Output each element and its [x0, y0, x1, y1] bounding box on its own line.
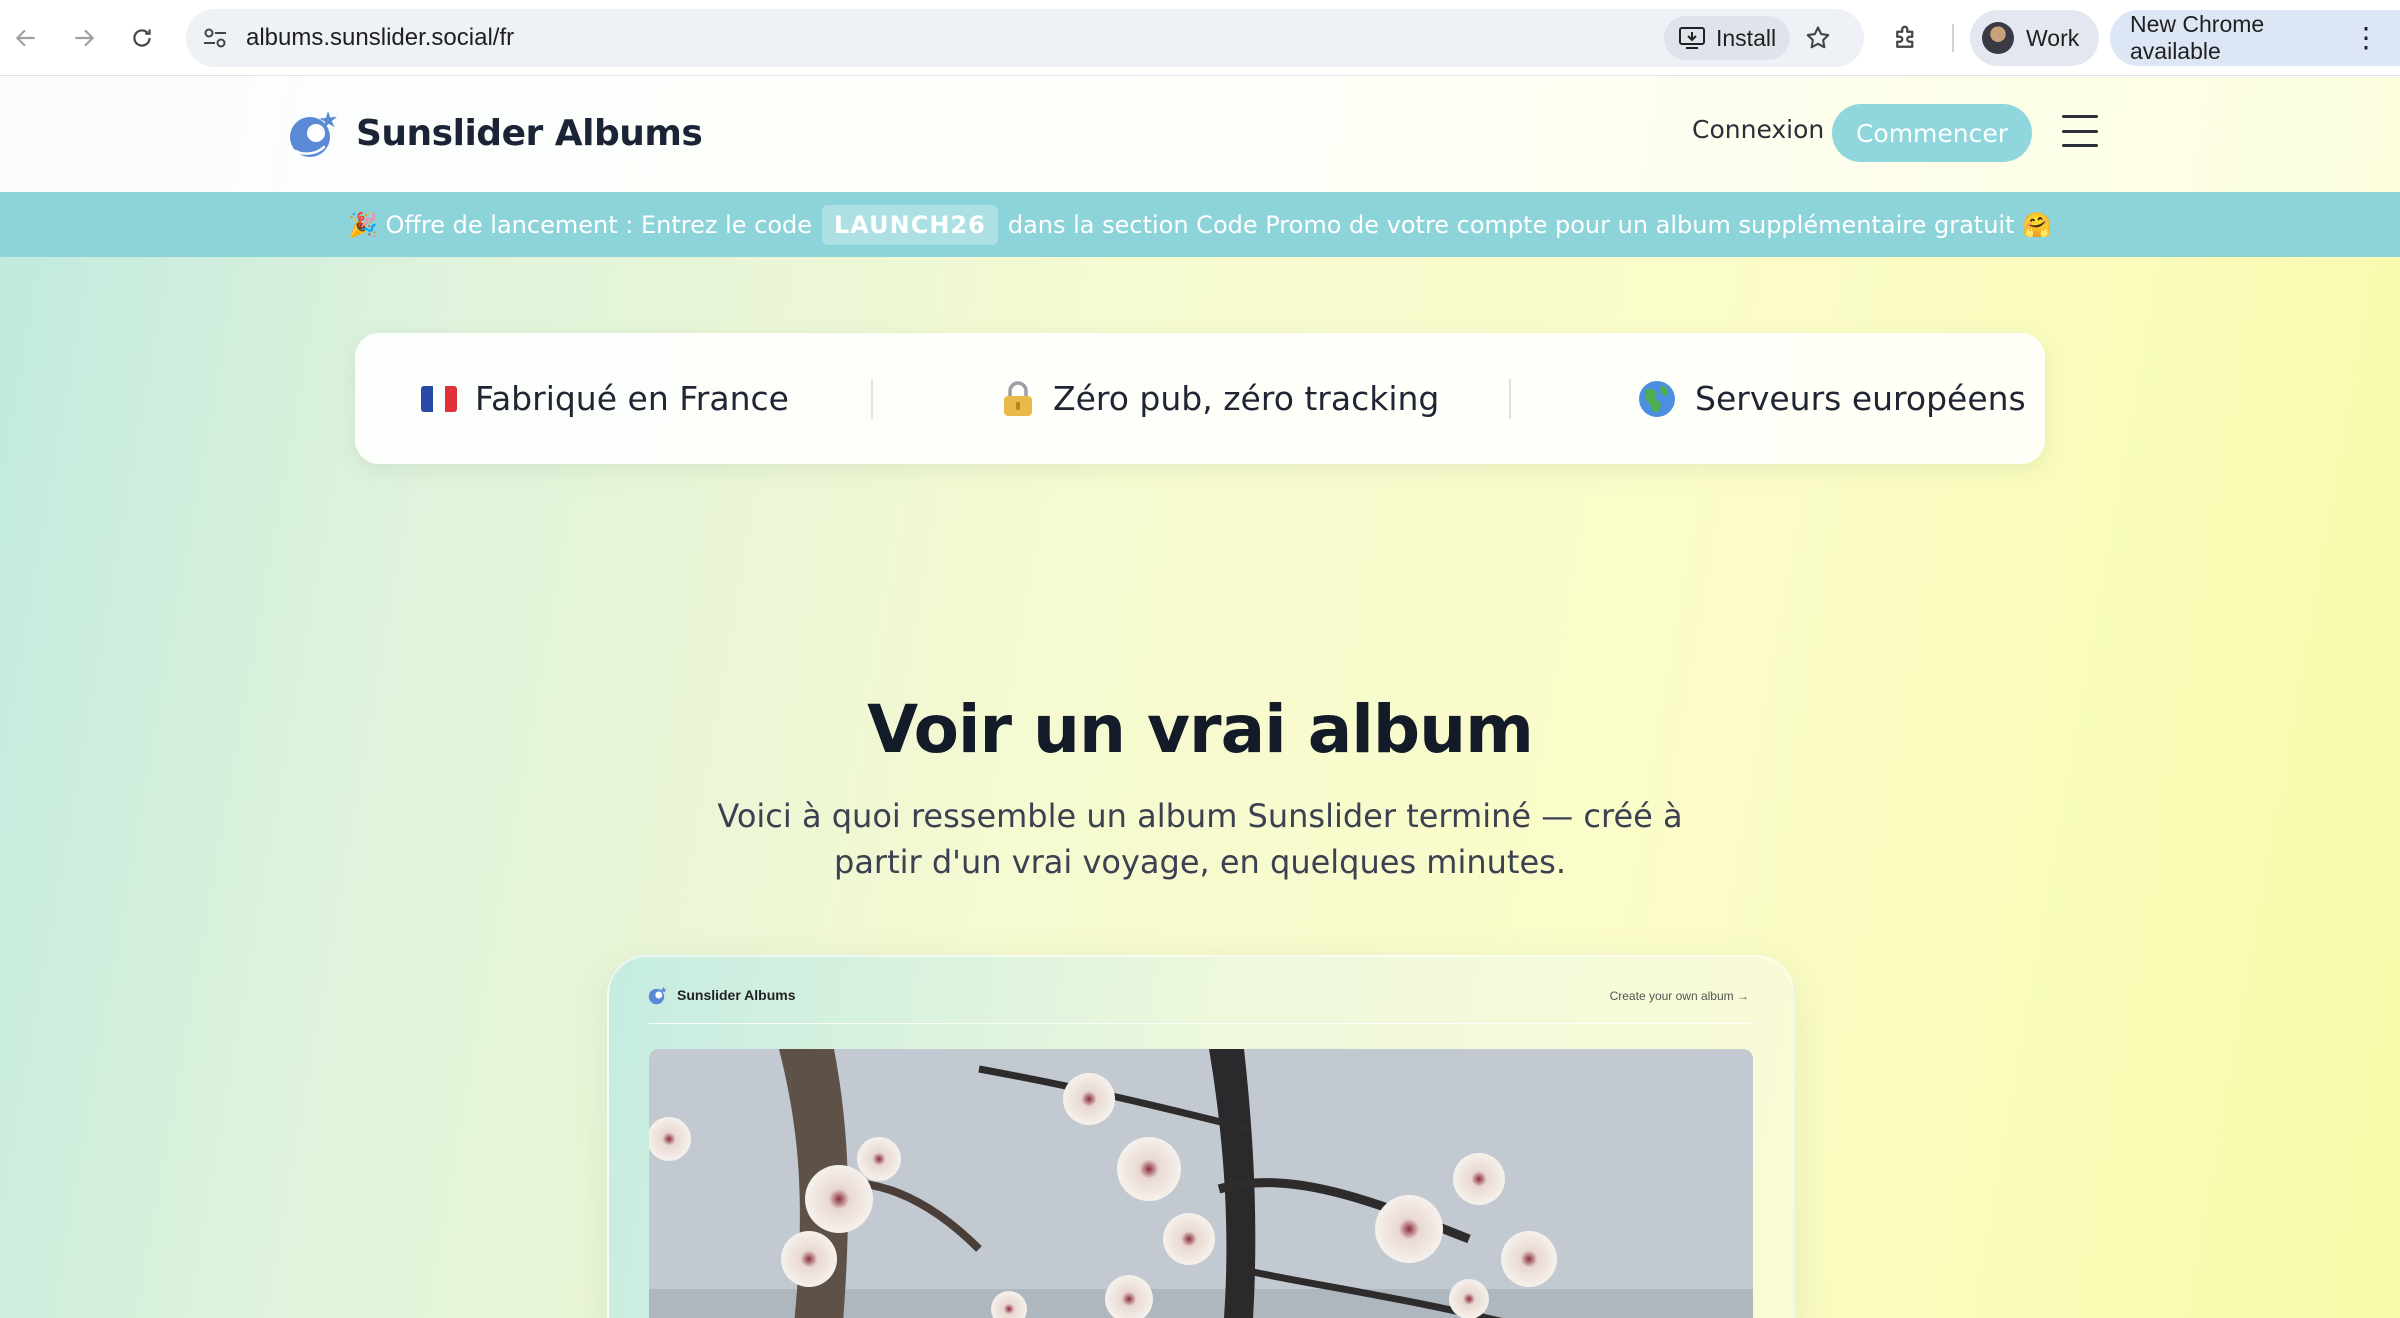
section-title: Voir un vrai album	[867, 691, 1534, 768]
update-label: New Chrome available	[2130, 11, 2265, 64]
extensions-button[interactable]	[1884, 16, 1928, 60]
sunslider-logo-icon	[290, 111, 337, 157]
browser-toolbar: albums.sunslider.social/fr Install Work …	[0, 0, 2400, 76]
trust-item-no-ads: Zéro pub, zéro tracking	[1001, 333, 1439, 464]
reload-icon	[133, 29, 151, 47]
back-button[interactable]	[4, 16, 48, 60]
menu-bar	[2062, 115, 2098, 118]
france-flag-icon	[421, 385, 457, 412]
trust-label: Fabriqué en France	[475, 379, 789, 418]
globe-icon	[1639, 380, 1675, 417]
address-bar[interactable]: albums.sunslider.social/fr Install	[186, 9, 1864, 67]
brand-name: Sunslider Albums	[356, 112, 703, 154]
preview-divider	[647, 1023, 1755, 1024]
hamburger-menu-icon[interactable]	[2062, 115, 2098, 147]
chrome-update-button[interactable]: New Chrome available ⋮	[2110, 10, 2400, 66]
site-header: Sunslider Albums Connexion Commencer	[0, 77, 2400, 192]
avatar	[1982, 22, 2014, 54]
profile-button[interactable]: Work	[1970, 10, 2100, 66]
site-settings-icon[interactable]	[202, 26, 228, 50]
reload-button[interactable]	[120, 16, 164, 60]
lock-icon	[1004, 380, 1032, 416]
promo-banner: 🎉 Offre de lancement : Entrez le code LA…	[0, 192, 2400, 257]
menu-bar	[2062, 144, 2098, 147]
preview-create-album-link[interactable]: Create your own album →	[1610, 989, 1749, 1003]
preview-brand-name: Sunslider Albums	[677, 987, 796, 1003]
trust-item-eu-servers: Serveurs européens	[1637, 333, 2026, 464]
profile-label: Work	[2026, 24, 2080, 51]
arrow-left-icon	[15, 29, 35, 47]
album-cover-photo	[649, 1049, 1753, 1318]
forward-button[interactable]	[62, 16, 106, 60]
promo-suffix: dans la section Code Promo de votre comp…	[1007, 210, 2052, 239]
install-icon	[1679, 27, 1705, 49]
url-text[interactable]: albums.sunslider.social/fr	[246, 9, 514, 67]
install-app-button[interactable]: Install	[1664, 16, 1791, 60]
trust-label: Serveurs européens	[1695, 379, 2026, 418]
menu-bar	[2062, 129, 2098, 133]
arrow-right-icon	[75, 29, 95, 47]
toolbar-separator	[1952, 24, 1954, 52]
brand-logo-link[interactable]: Sunslider Albums	[286, 107, 703, 159]
trust-badges-card: Fabriqué en France Zéro pub, zéro tracki…	[355, 333, 2045, 464]
trust-divider	[1509, 379, 1511, 419]
trust-label: Zéro pub, zéro tracking	[1053, 379, 1440, 418]
kebab-menu-icon[interactable]: ⋮	[2352, 24, 2380, 52]
promo-prefix: 🎉 Offre de lancement : Entrez le code	[348, 210, 813, 239]
login-link[interactable]: Connexion	[1692, 115, 1824, 144]
sunslider-logo-icon	[648, 986, 667, 1005]
start-button[interactable]: Commencer	[1832, 104, 2032, 162]
album-preview-card[interactable]: Sunslider Albums Create your own album →	[607, 955, 1795, 1318]
bookmark-button[interactable]	[1796, 16, 1840, 60]
page-viewport: Sunslider Albums Connexion Commencer 🎉 O…	[0, 77, 2400, 1318]
puzzle-icon	[1896, 25, 1914, 48]
section-subtitle: Voici à quoi ressemble un album Sunslide…	[717, 797, 1683, 881]
promo-code[interactable]: LAUNCH26	[822, 204, 998, 245]
preview-brand: Sunslider Albums	[647, 985, 796, 1005]
trust-item-made-in-france: Fabriqué en France	[421, 333, 789, 464]
trust-divider	[871, 379, 873, 419]
star-icon	[1806, 26, 1830, 49]
cherry-blossom-photo	[649, 1049, 1753, 1318]
install-label: Install	[1716, 24, 1777, 51]
